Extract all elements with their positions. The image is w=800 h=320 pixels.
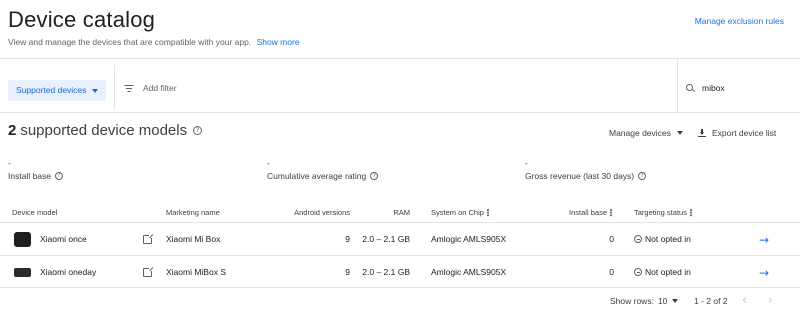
models-count: 2 (8, 122, 17, 139)
column-label: System on Chip (431, 208, 484, 217)
filter-icon (124, 84, 133, 92)
column-label: Install base (569, 208, 607, 217)
android-versions: 9 (345, 267, 350, 277)
divider (677, 59, 678, 112)
device-model: Xiaomi once (40, 234, 87, 244)
chip-label: Supported devices (16, 85, 87, 95)
marketing-name: Xiaomi MiBox S (166, 267, 226, 277)
device-model: Xiaomi oneday (40, 267, 97, 277)
column-device-model[interactable]: Device model (12, 208, 57, 217)
metric-value: - (8, 158, 11, 168)
device-thumbnail (14, 232, 31, 247)
divider (114, 65, 115, 109)
export-label: Export device list (712, 128, 777, 138)
show-rows-control: Show rows: 10 (610, 296, 679, 306)
subtitle-text: View and manage the devices that are com… (8, 37, 252, 47)
more-vert-icon[interactable] (486, 209, 489, 216)
column-android-versions[interactable]: Android versions (294, 208, 350, 217)
install-base: 0 (609, 267, 614, 277)
marketing-name: Xiaomi Mi Box (166, 234, 221, 244)
metric-label: Cumulative average rating (267, 171, 367, 181)
device-table: Device model Marketing name Android vers… (0, 200, 800, 288)
export-device-list-button[interactable]: Export device list (698, 128, 776, 138)
models-heading: 2 supported device models ? (8, 122, 203, 139)
show-rows-label: Show rows: (610, 296, 654, 306)
pagination-buttons: › (768, 293, 773, 307)
download-icon (698, 129, 706, 137)
help-icon[interactable]: ? (638, 172, 647, 180)
search-icon (686, 84, 694, 92)
add-filter-button[interactable]: Add filter (124, 83, 177, 93)
more-vert-icon[interactable] (689, 209, 692, 216)
open-in-new-icon[interactable] (143, 234, 154, 244)
metric-install-base: - Install base ? (8, 158, 63, 181)
show-more-link[interactable]: Show more (257, 37, 300, 47)
table-header: Device model Marketing name Android vers… (0, 200, 800, 222)
help-icon[interactable]: ? (55, 172, 63, 180)
targeting-status: Not opted in (634, 234, 691, 244)
caret-down-icon (676, 131, 683, 135)
column-install-base[interactable]: Install base (569, 208, 612, 217)
more-vert-icon[interactable] (610, 209, 612, 216)
metric-value: - (267, 158, 270, 168)
ram: 2.0 – 2.1 GB (362, 267, 410, 277)
search-field[interactable]: mibox (686, 83, 725, 93)
system-on-chip: Amlogic AMLS905X (431, 234, 507, 244)
metric-cumulative-rating: - Cumulative average rating ? (267, 158, 379, 181)
ram: 2.0 – 2.1 GB (362, 234, 410, 244)
models-heading-label: supported device models (20, 122, 188, 139)
column-targeting-status[interactable]: Targeting status (634, 208, 692, 217)
search-input[interactable]: mibox (702, 83, 725, 93)
column-label: Targeting status (634, 208, 687, 217)
arrow-forward-icon[interactable]: → (759, 233, 769, 247)
table-row[interactable]: Xiaomi oneday Xiaomi MiBox S 9 2.0 – 2.1… (0, 255, 800, 288)
rows-per-page-select[interactable]: 10 (657, 296, 679, 306)
add-filter-label: Add filter (143, 83, 177, 93)
metric-gross-revenue: - Gross revenue (last 30 days) ? (525, 158, 647, 181)
chevron-left-icon[interactable]: ‹ (742, 293, 747, 307)
page-title: Device catalog (8, 7, 156, 32)
device-thumbnail (14, 268, 31, 277)
table-row[interactable]: Xiaomi once Xiaomi Mi Box 9 2.0 – 2.1 GB… (0, 222, 800, 255)
caret-down-icon (672, 299, 679, 303)
targeting-status-label: Not opted in (645, 267, 691, 277)
manage-exclusion-rules-link[interactable]: Manage exclusion rules (695, 16, 784, 26)
rows-per-page-value: 10 (657, 296, 668, 306)
manage-devices-label: Manage devices (609, 128, 671, 138)
arrow-forward-icon[interactable]: → (759, 266, 769, 280)
supported-devices-chip[interactable]: Supported devices (8, 80, 107, 101)
page-subtitle: View and manage the devices that are com… (8, 37, 300, 47)
metric-value: - (525, 158, 528, 168)
page-range: 1 - 2 of 2 (694, 296, 728, 306)
column-system-on-chip[interactable]: System on Chip (431, 208, 489, 217)
caret-down-icon (92, 88, 99, 93)
install-base: 0 (609, 234, 614, 244)
help-icon[interactable]: ? (193, 126, 203, 135)
targeting-status-label: Not opted in (645, 234, 691, 244)
manage-devices-button[interactable]: Manage devices (609, 128, 683, 138)
targeting-status: Not opted in (634, 267, 691, 277)
filter-bar: Supported devices Add filter mibox (0, 58, 800, 113)
metric-label: Install base (8, 171, 51, 181)
not-opted-in-icon (634, 235, 642, 243)
pagination-range: 1 - 2 of 2 (694, 296, 728, 306)
metric-label: Gross revenue (last 30 days) (525, 171, 635, 181)
help-icon[interactable]: ? (370, 172, 379, 180)
pagination-buttons: ‹ (742, 293, 747, 307)
android-versions: 9 (345, 234, 350, 244)
open-in-new-icon[interactable] (143, 267, 154, 277)
not-opted-in-icon (634, 268, 642, 276)
column-marketing-name[interactable]: Marketing name (166, 208, 220, 217)
system-on-chip: Amlogic AMLS905X (431, 267, 507, 277)
chevron-right-icon[interactable]: › (768, 293, 773, 307)
column-ram[interactable]: RAM (393, 208, 410, 217)
